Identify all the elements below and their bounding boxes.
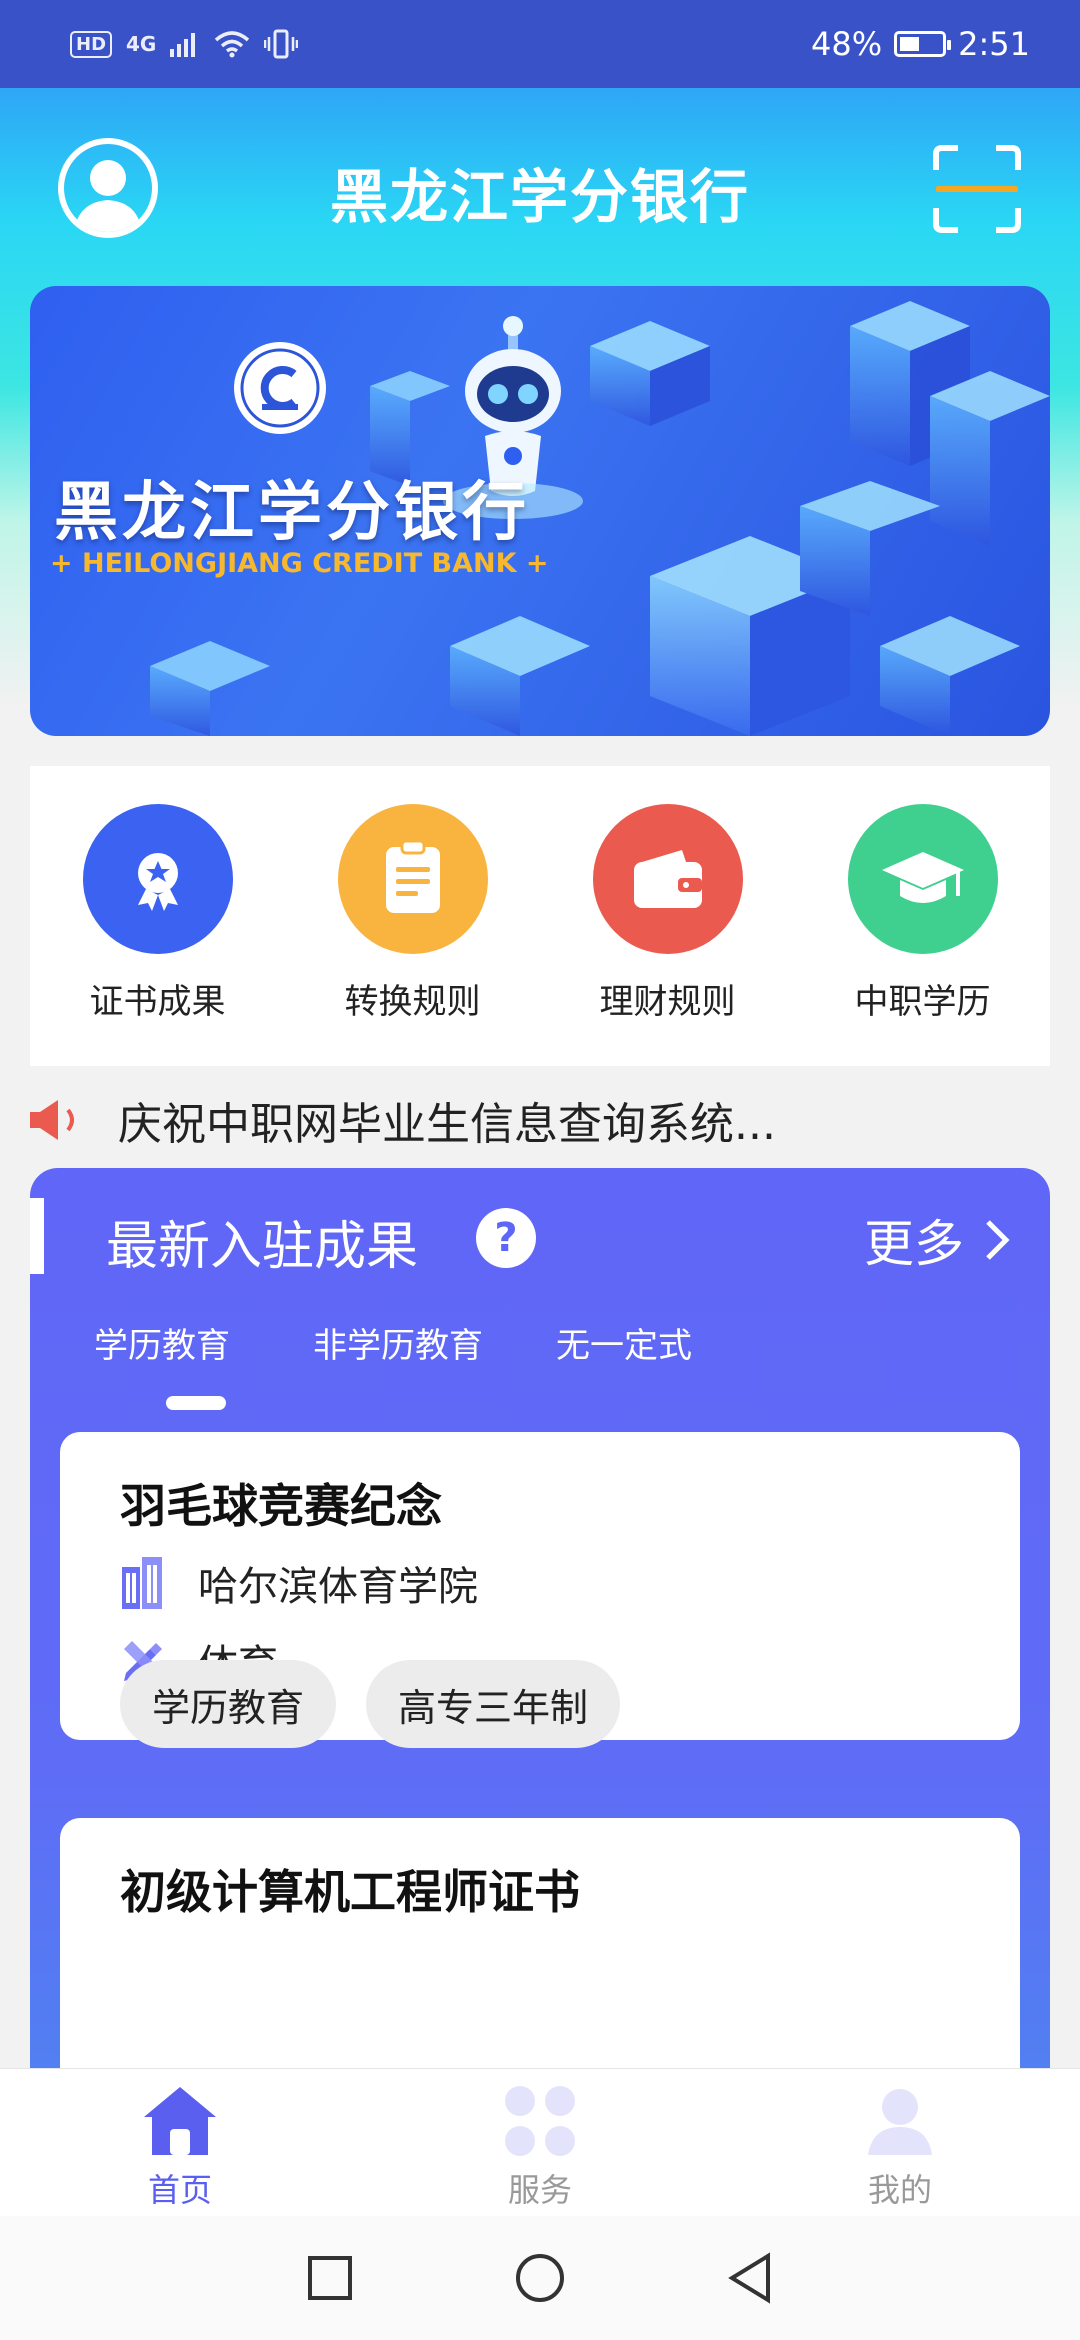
nav-services[interactable]: 服务 bbox=[420, 2069, 660, 2216]
quick-menu-vocational-education[interactable]: 中职学历 bbox=[823, 804, 1023, 1023]
hd-badge: HD bbox=[70, 30, 113, 58]
achievement-card[interactable]: 羽毛球竞赛纪念 哈尔滨体育学院 体育 学历教育 高专三年制 bbox=[60, 1432, 1020, 1748]
announcement-bar[interactable]: 庆祝中职网毕业生信息查询系统... bbox=[28, 1090, 1048, 1150]
quick-menu-finance-rules[interactable]: 理财规则 bbox=[568, 804, 768, 1023]
card-title: 羽毛球竞赛纪念 bbox=[120, 1479, 442, 1533]
vibrate-icon bbox=[264, 29, 299, 59]
home-button[interactable] bbox=[514, 2252, 566, 2304]
home-icon bbox=[144, 2087, 216, 2155]
card-school-row: 哈尔滨体育学院 bbox=[120, 1554, 478, 1612]
document-icon bbox=[337, 804, 488, 954]
banner-subtitle: + HEILONGJIANG CREDIT BANK + bbox=[50, 548, 549, 579]
wifi-icon bbox=[215, 31, 250, 58]
section-title: 最新入驻成果 bbox=[106, 1217, 419, 1277]
tag: 学历教育 bbox=[120, 1660, 337, 1748]
nav-profile[interactable]: 我的 bbox=[780, 2069, 1020, 2216]
card-school: 哈尔滨体育学院 bbox=[198, 1564, 478, 1610]
tab-indicator bbox=[166, 1396, 226, 1410]
banner-title: 黑龙江学分银行 bbox=[54, 476, 530, 550]
section-marker bbox=[30, 1198, 44, 1274]
quick-menu: 证书成果 转换规则 理财规则 中职学历 bbox=[30, 766, 1050, 1066]
quick-menu-conversion-rules[interactable]: 转换规则 bbox=[313, 804, 513, 1023]
status-bar: HD 4G 48% 2:51 bbox=[0, 0, 1080, 88]
tab-non-academic-education[interactable]: 非学历教育 bbox=[313, 1318, 483, 1367]
services-icon bbox=[505, 2086, 575, 2156]
recent-apps-button[interactable] bbox=[306, 2254, 354, 2302]
system-navigation-bar bbox=[0, 2216, 1080, 2340]
speaker-icon bbox=[30, 1100, 74, 1140]
battery-percent: 48% bbox=[811, 25, 883, 63]
help-icon[interactable]: ? bbox=[476, 1208, 536, 1268]
network-type: 4G bbox=[126, 32, 157, 56]
battery-icon bbox=[894, 31, 952, 57]
app-header: 黑龙江学分银行 bbox=[0, 88, 1080, 288]
category-tabs: 学历教育 非学历教育 无一定式 bbox=[30, 1318, 1050, 1410]
bottom-navigation: 首页 服务 我的 bbox=[0, 2068, 1080, 2216]
tab-no-fixed-format[interactable]: 无一定式 bbox=[556, 1318, 692, 1367]
quick-menu-certificates[interactable]: 证书成果 bbox=[58, 804, 258, 1023]
more-label: 更多 bbox=[864, 1215, 964, 1273]
scan-icon bbox=[933, 145, 1021, 233]
quick-menu-label: 转换规则 bbox=[344, 982, 481, 1022]
card-tags: 学历教育 高专三年制 bbox=[120, 1660, 621, 1748]
quick-menu-label: 中职学历 bbox=[854, 982, 991, 1022]
announcement-text: 庆祝中职网毕业生信息查询系统... bbox=[118, 1099, 776, 1150]
tag: 高专三年制 bbox=[366, 1660, 621, 1748]
building-icon bbox=[122, 1557, 162, 1609]
graduation-cap-icon bbox=[847, 804, 998, 954]
quick-menu-label: 证书成果 bbox=[89, 982, 226, 1022]
more-link[interactable]: 更多 bbox=[864, 1204, 1010, 1276]
profile-icon bbox=[868, 2089, 932, 2155]
nav-label: 我的 bbox=[867, 2171, 932, 2209]
signal-icon bbox=[170, 33, 196, 57]
latest-achievements-panel: 最新入驻成果 ? 更多 学历教育 非学历教育 无一定式 羽毛球竞赛纪念 哈尔滨体… bbox=[30, 1168, 1050, 2168]
clock: 2:51 bbox=[958, 25, 1030, 63]
quick-menu-label: 理财规则 bbox=[599, 982, 736, 1022]
app-title: 黑龙江学分银行 bbox=[329, 163, 750, 231]
card-title: 初级计算机工程师证书 bbox=[120, 1865, 580, 1919]
back-button[interactable] bbox=[726, 2252, 774, 2304]
wallet-icon bbox=[592, 804, 743, 954]
hero-banner[interactable]: 黑龙江学分银行 + HEILONGJIANG CREDIT BANK + bbox=[30, 286, 1050, 736]
status-icons: HD 4G bbox=[70, 29, 299, 59]
nav-label: 首页 bbox=[147, 2171, 212, 2209]
chevron-right-icon bbox=[986, 1220, 1010, 1260]
award-icon bbox=[82, 804, 233, 954]
nav-home[interactable]: 首页 bbox=[60, 2069, 300, 2216]
credit-bank-logo bbox=[234, 342, 326, 434]
tab-academic-education[interactable]: 学历教育 bbox=[94, 1318, 230, 1367]
nav-label: 服务 bbox=[507, 2171, 572, 2209]
scan-button[interactable] bbox=[932, 144, 1022, 234]
